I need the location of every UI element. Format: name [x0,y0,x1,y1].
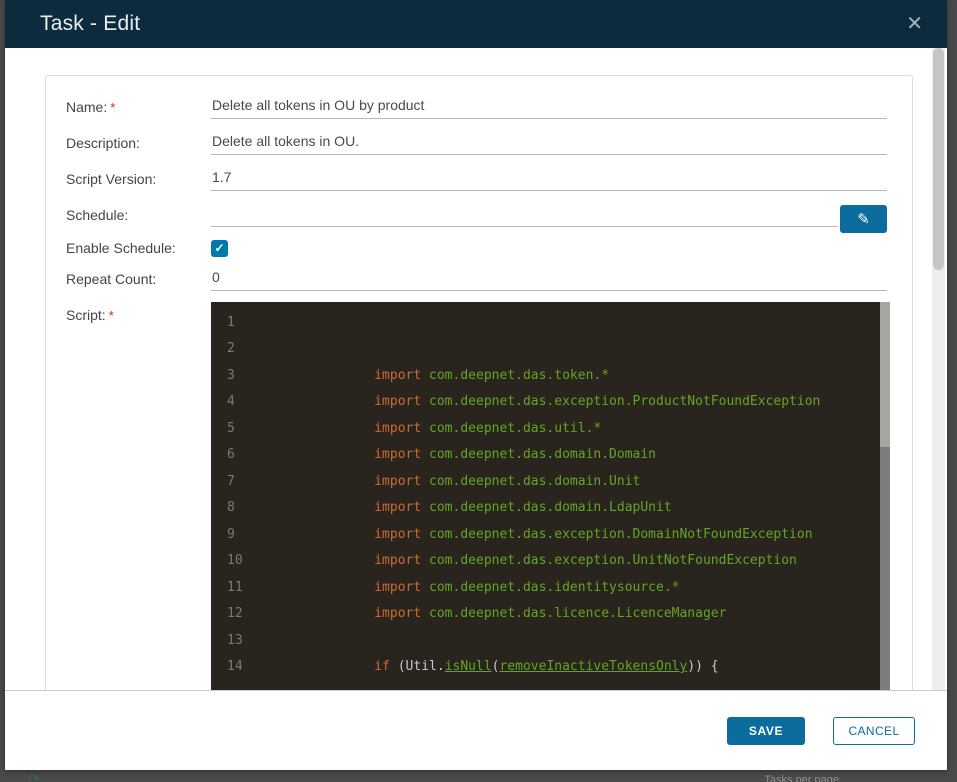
editor-scrollbar-thumb[interactable] [880,302,890,447]
code-text: if (Util.isNull(removeInactiveTokensOnly… [374,659,719,675]
dialog-body: Name:* Description: Script Version: Sche… [5,48,947,690]
edit-schedule-button[interactable]: ✎ [840,205,887,233]
description-input[interactable] [211,130,887,155]
line-number: 9 [227,526,235,542]
code-text: import com.deepnet.das.identitysource.* [374,579,680,595]
code-text: import com.deepnet.das.domain.Domain [374,447,657,463]
dialog-title: Task - Edit [40,12,141,35]
cancel-button[interactable]: CANCEL [833,716,915,745]
dialog-header: Task - Edit ✕ [5,0,947,48]
save-button[interactable]: SAVE [727,716,805,745]
name-label: Name: * [66,99,116,115]
dialog-scrollbar-thumb[interactable] [933,48,944,270]
description-label: Description: [66,135,140,151]
name-row: Name: * [66,94,887,119]
code-text: import com.deepnet.das.domain.Unit [374,473,641,489]
repeat-count-label: Repeat Count: [66,271,157,287]
code-line: 13 [211,627,890,654]
line-number: 12 [227,606,243,622]
line-number: 4 [227,394,235,410]
code-line: 9 import com.deepnet.das.exception.Domai… [211,521,890,548]
script-editor-lines: 123 import com.deepnet.das.token.* 4 impo… [211,302,890,680]
name-input[interactable] [211,94,887,119]
code-text: import com.deepnet.das.token.* [374,367,610,383]
enable-schedule-checkbox[interactable]: ✓ [211,240,228,257]
task-form-card: Name:* Description: Script Version: Sche… [45,75,913,690]
code-line: 2 [211,336,890,363]
code-text: import com.deepnet.das.licence.LicenceMa… [374,606,727,622]
code-line: 4 import com.deepnet.das.exception.Produ… [211,389,890,416]
code-line: 7 import com.deepnet.das.domain.Unit [211,468,890,495]
line-number: 14 [227,659,243,675]
code-line: 3 import com.deepnet.das.token.* [211,362,890,389]
code-text: import com.deepnet.das.util.* [374,420,602,436]
dialog-scrollbar[interactable] [932,48,945,690]
repeat-count-row: Repeat Count: [66,266,887,291]
pencil-icon: ✎ [857,211,870,228]
line-number: 3 [227,367,235,383]
line-number: 8 [227,500,235,516]
code-text: import com.deepnet.das.exception.DomainN… [374,526,813,542]
code-line: 12 import com.deepnet.das.licence.Licenc… [211,601,890,628]
line-number: 10 [227,553,243,569]
line-number: 6 [227,447,235,463]
code-line: 14 if (Util.isNull(removeInactiveTokensO… [211,654,890,681]
refresh-icon: ⟳ [28,771,40,782]
code-text: import com.deepnet.das.exception.Product… [374,394,821,410]
repeat-count-input[interactable] [211,266,887,291]
schedule-row: Schedule: ✎ [66,202,887,233]
line-number: 1 [227,314,235,330]
code-line: 10 import com.deepnet.das.exception.Unit… [211,548,890,575]
line-number: 2 [227,341,235,357]
description-row: Description: [66,130,887,155]
code-line: 1 [211,309,890,336]
script-row: Script: * 123 import com.deepnet.das.toke… [66,302,890,690]
task-edit-dialog: Task - Edit ✕ Name:* Description: Script… [5,0,947,770]
editor-scrollbar[interactable] [880,302,890,690]
script-version-input[interactable] [211,166,887,191]
code-line: 6 import com.deepnet.das.domain.Domain [211,442,890,469]
required-marker: * [108,308,114,323]
script-version-row: Script Version: [66,166,887,191]
line-number: 13 [227,632,243,648]
enable-schedule-row: Enable Schedule: ✓ [66,238,887,258]
script-code-editor[interactable]: 123 import com.deepnet.das.token.* 4 impo… [211,302,890,690]
required-marker: * [110,100,116,115]
dialog-footer: SAVE CANCEL [5,690,947,770]
close-icon[interactable]: ✕ [900,12,929,36]
schedule-input[interactable] [211,202,838,227]
line-number: 7 [227,473,235,489]
code-line: 8 import com.deepnet.das.domain.LdapUnit [211,495,890,522]
line-number: 11 [227,579,243,595]
code-text: import com.deepnet.das.domain.LdapUnit [374,500,672,516]
script-version-label: Script Version: [66,171,157,187]
line-number: 5 [227,420,235,436]
code-line: 11 import com.deepnet.das.identitysource… [211,574,890,601]
enable-schedule-label: Enable Schedule: [66,240,176,256]
code-text: import com.deepnet.das.exception.UnitNot… [374,553,797,569]
schedule-label: Schedule: [66,207,129,223]
code-line: 5 import com.deepnet.das.util.* [211,415,890,442]
script-label: Script: * [66,307,114,323]
page-backdrop: ⟳ Tasks per page [0,770,957,782]
tasks-per-page-label: Tasks per page [764,774,839,782]
